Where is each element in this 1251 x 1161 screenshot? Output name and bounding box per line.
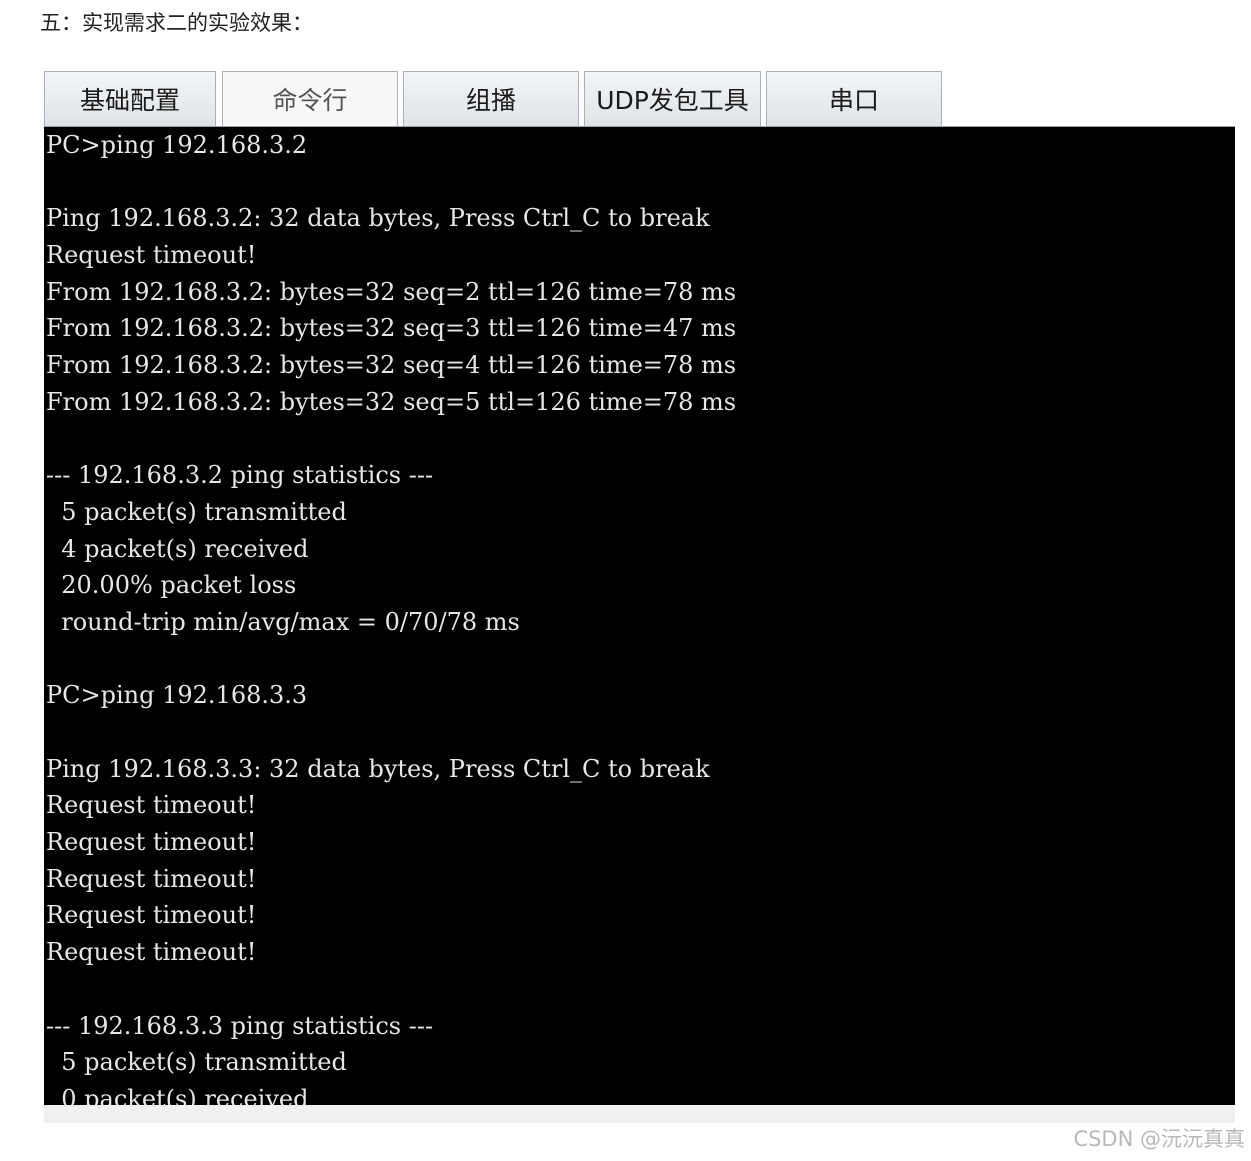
- terminal-line: Request timeout!: [46, 864, 257, 893]
- terminal-line: PC>ping 192.168.3.2: [46, 131, 308, 159]
- terminal-line: Ping 192.168.3.2: 32 data bytes, Press C…: [46, 204, 710, 233]
- terminal-line: From 192.168.3.2: bytes=32 seq=3 ttl=126…: [46, 314, 737, 343]
- section-heading: 五：实现需求二的实验效果：: [40, 11, 313, 35]
- terminal-line: From 192.168.3.2: bytes=32 seq=2 ttl=126…: [46, 277, 737, 306]
- tab-basic-config[interactable]: 基础配置: [44, 71, 216, 126]
- terminal-line: From 192.168.3.2: bytes=32 seq=5 ttl=126…: [46, 387, 737, 416]
- terminal-scroll-area: [44, 1105, 1235, 1123]
- terminal-line: 5 packet(s) transmitted: [46, 1048, 347, 1077]
- terminal-line: --- 192.168.3.2 ping statistics ---: [46, 461, 434, 490]
- watermark: CSDN @沅沅真真: [1073, 1127, 1245, 1151]
- terminal-line: 0 packet(s) received: [46, 1084, 309, 1105]
- terminal-line: Request timeout!: [46, 938, 257, 967]
- terminal-line: Ping 192.168.3.3: 32 data bytes, Press C…: [46, 754, 710, 783]
- terminal-output[interactable]: PC>ping 192.168.3.2 Ping 192.168.3.2: 32 …: [44, 127, 1235, 1105]
- terminal-line: From 192.168.3.2: bytes=32 seq=4 ttl=126…: [46, 351, 737, 380]
- terminal-line: 5 packet(s) transmitted: [46, 497, 347, 526]
- tab-udp-tool[interactable]: UDP发包工具: [584, 71, 761, 126]
- terminal-line: 4 packet(s) received: [46, 534, 309, 563]
- terminal-line: Request timeout!: [46, 828, 257, 857]
- terminal-line: Request timeout!: [46, 791, 257, 820]
- terminal-line: PC>ping 192.168.3.3: [46, 681, 308, 710]
- terminal-line: round-trip min/avg/max = 0/70/78 ms: [46, 607, 520, 636]
- tab-serial-port[interactable]: 串口: [766, 71, 942, 126]
- terminal-line: Request timeout!: [46, 241, 257, 270]
- terminal-line: 20.00% packet loss: [46, 571, 297, 600]
- terminal-lines: PC>ping 192.168.3.2 Ping 192.168.3.2: 32 …: [44, 127, 1235, 1105]
- tab-command-line[interactable]: 命令行: [222, 71, 398, 126]
- tab-bar: 基础配置 命令行 组播 UDP发包工具 串口: [44, 71, 1235, 127]
- terminal-line: Request timeout!: [46, 901, 257, 930]
- terminal-line: --- 192.168.3.3 ping statistics ---: [46, 1011, 434, 1040]
- tab-multicast[interactable]: 组播: [403, 71, 579, 126]
